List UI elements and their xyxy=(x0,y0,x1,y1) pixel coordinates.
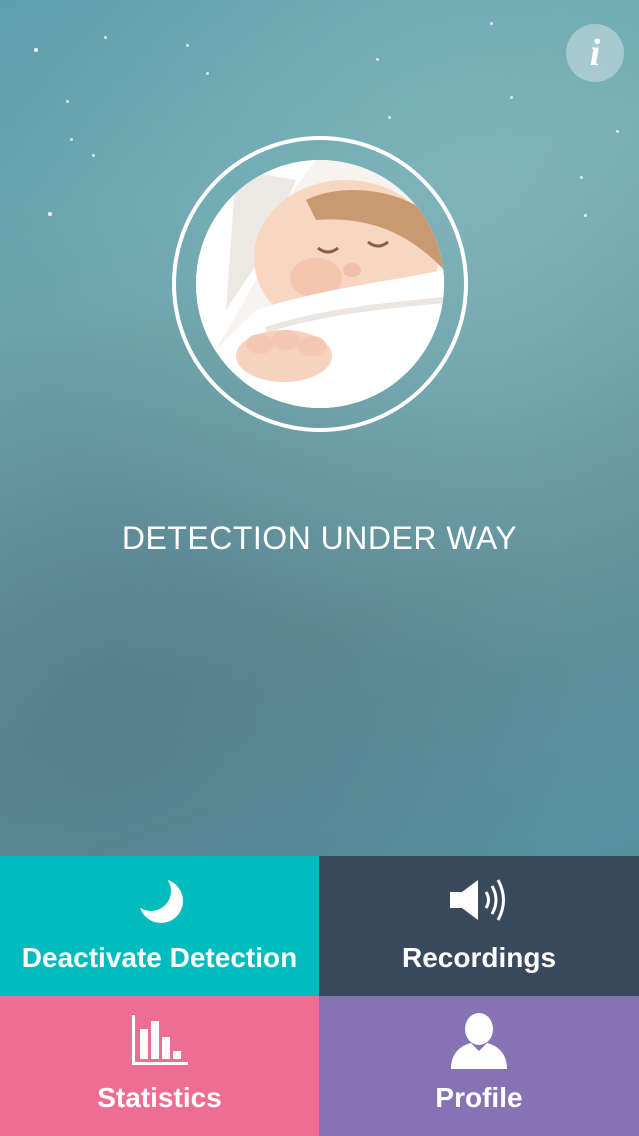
statistics-label: Statistics xyxy=(97,1082,222,1113)
deactivate-detection-label: Deactivate Detection xyxy=(21,942,298,973)
statistics-button[interactable]: Statistics xyxy=(0,996,319,1136)
star-decoration xyxy=(490,22,493,25)
info-button[interactable]: i xyxy=(566,24,624,82)
recordings-button[interactable]: Recordings xyxy=(319,856,639,996)
profile-button[interactable]: Profile xyxy=(319,996,639,1136)
star-decoration xyxy=(48,212,52,216)
star-decoration xyxy=(104,36,107,39)
recordings-label: Recordings xyxy=(401,942,557,973)
star-decoration xyxy=(510,96,513,99)
star-decoration xyxy=(584,214,587,217)
bar-chart-icon xyxy=(130,1010,190,1070)
star-decoration xyxy=(376,58,379,61)
detection-status-text: DETECTION UNDER WAY xyxy=(121,520,518,556)
star-decoration xyxy=(186,44,189,47)
sleeping-baby-photo xyxy=(196,160,444,408)
star-decoration xyxy=(206,72,209,75)
star-decoration xyxy=(66,100,69,103)
info-icon: i xyxy=(589,32,601,74)
avatar-ring xyxy=(172,136,468,432)
moon-icon xyxy=(133,870,187,930)
star-decoration xyxy=(616,130,619,133)
app-screen: i DETECTION UNDER WAY Deactivate Detecti… xyxy=(0,0,639,1136)
star-decoration xyxy=(388,116,391,119)
star-decoration xyxy=(92,154,95,157)
deactivate-detection-button[interactable]: Deactivate Detection xyxy=(0,856,319,996)
person-icon xyxy=(449,1010,509,1070)
profile-label: Profile xyxy=(435,1082,523,1113)
speaker-icon xyxy=(448,870,510,930)
star-decoration xyxy=(70,138,73,141)
star-decoration xyxy=(34,48,38,52)
star-decoration xyxy=(580,176,583,179)
